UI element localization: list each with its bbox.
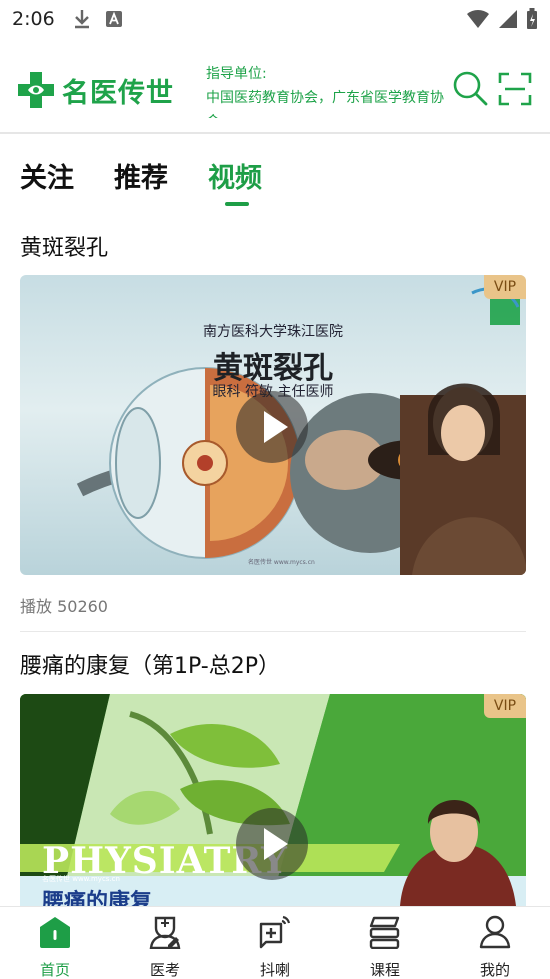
nav-medical-exam[interactable]: 医考: [120, 907, 210, 979]
tab-follow[interactable]: 关注: [20, 156, 74, 195]
guide-units: 指导单位: 中国医药教育协会，广东省医学教育协会: [206, 62, 452, 118]
play-count: 播放 50260: [20, 597, 108, 616]
nav-label: 我的: [479, 961, 510, 979]
doctor-exam-icon: [149, 916, 181, 949]
video-thumbnail[interactable]: 南方医科大学珠江医院 黄斑裂孔 眼科 符敏 主任医师 名医传世 www.mycs…: [20, 275, 526, 575]
vip-badge: VIP: [484, 275, 526, 299]
home-icon: [40, 917, 70, 948]
font-a-icon: [105, 11, 122, 27]
search-icon[interactable]: [452, 70, 488, 106]
play-button-icon[interactable]: [236, 808, 308, 880]
scan-icon[interactable]: [498, 72, 532, 106]
video-thumbnail[interactable]: PHYSIATRY 名医传世 www.mycs.cn 腰痛的康复 VIP: [20, 694, 526, 906]
nav-label: 首页: [39, 961, 70, 979]
app-logo[interactable]: 名医传世: [16, 70, 174, 110]
signal-icon: [499, 10, 517, 28]
add-broadcast-icon: [259, 915, 291, 949]
download-icon: [74, 10, 89, 29]
medical-cross-logo-icon: [18, 72, 54, 108]
vip-badge: VIP: [484, 694, 526, 718]
tab-video[interactable]: 视频: [208, 156, 262, 195]
feed-tabs: 关注 推荐 视频: [0, 150, 550, 210]
item-divider: [20, 631, 526, 632]
logo-text: 名医传世: [62, 77, 174, 109]
wifi-icon: [467, 9, 489, 28]
tab-recommend[interactable]: 推荐: [114, 156, 168, 195]
user-icon: [479, 915, 511, 949]
status-time: 2:06: [12, 8, 55, 30]
play-button-icon[interactable]: [236, 391, 308, 463]
nav-courses[interactable]: 课程: [340, 907, 430, 979]
nav-home[interactable]: 首页: [10, 907, 100, 979]
nav-label: 医考: [149, 961, 180, 979]
tab-active-indicator: [225, 202, 249, 206]
thumb-watermark: 名医传世 www.mycs.cn: [248, 559, 315, 566]
status-bar: 2:06: [0, 0, 550, 38]
video-title[interactable]: 腰痛的康复（第1P-总2P）: [20, 648, 280, 680]
nav-label: 课程: [369, 961, 400, 979]
battery-icon: [527, 8, 537, 29]
guide-units-text: 中国医药教育协会，广东省医学教育协会: [206, 90, 444, 118]
thumb-topic: 腰痛的康复: [42, 890, 153, 906]
nav-label: 抖喇: [259, 961, 290, 979]
nav-broadcast[interactable]: 抖喇: [230, 907, 320, 979]
course-stack-icon: [369, 916, 400, 949]
nav-profile[interactable]: 我的: [450, 907, 540, 979]
thumb-watermark: 名医传世 www.mycs.cn: [42, 875, 120, 883]
app-header: 名医传世 指导单位: 中国医药教育协会，广东省医学教育协会: [0, 38, 550, 134]
bottom-nav: 首页 医考 抖喇 课程 我的: [0, 906, 550, 979]
thumb-hospital: 南方医科大学珠江医院: [203, 324, 343, 340]
video-title[interactable]: 黄斑裂孔: [20, 230, 108, 262]
guide-label: 指导单位:: [206, 66, 267, 82]
